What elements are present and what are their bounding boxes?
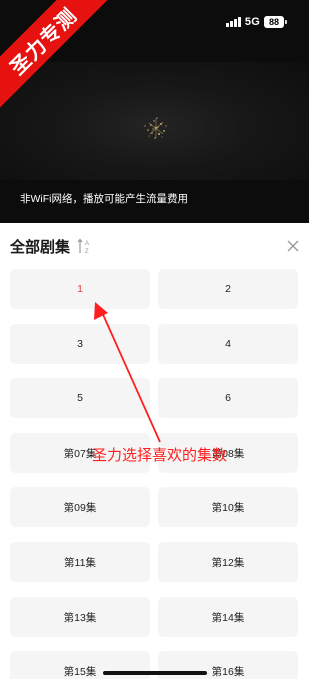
episode-tile[interactable]: 2 [158,269,298,309]
status-bar: 5G 88 [226,15,287,29]
battery-level: 88 [264,16,284,28]
episode-tile[interactable]: 6 [158,378,298,418]
video-sparkle-graphic [144,117,167,139]
svg-text:Z: Z [85,249,89,255]
svg-text:A: A [85,241,89,247]
sort-az-icon[interactable]: A Z [77,237,93,255]
signal-icon [226,17,241,27]
episode-tile[interactable]: 第09集 [10,487,150,527]
episode-tile[interactable]: 第14集 [158,597,298,637]
episode-tile[interactable]: 第13集 [10,597,150,637]
data-usage-notice: 非WiFi网络，播放可能产生流量费用 [20,193,188,205]
home-indicator [103,671,207,675]
episode-tile[interactable]: 3 [10,324,150,364]
network-type: 5G [244,16,260,28]
episode-tile[interactable]: 1 [10,269,150,309]
sheet-header: 全部剧集 A Z [0,223,309,268]
sheet-title: 全部剧集 [10,239,71,256]
annotation-text: 圣力选择喜欢的集数 [92,447,228,464]
episode-tile[interactable]: 第11集 [10,542,150,582]
close-icon[interactable] [286,239,300,253]
episode-tile[interactable]: 5 [10,378,150,418]
battery-icon: 88 [264,16,287,28]
episode-tile[interactable]: 第12集 [158,542,298,582]
episode-tile[interactable]: 4 [158,324,298,364]
episode-tile[interactable]: 第10集 [158,487,298,527]
